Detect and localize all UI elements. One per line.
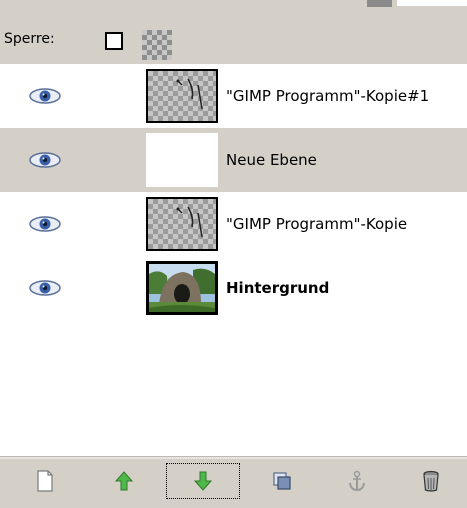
trash-icon <box>423 470 439 492</box>
layer-row[interactable]: Neue Ebene <box>0 128 467 192</box>
eye-icon[interactable] <box>28 214 62 234</box>
lock-label: Sperre: <box>4 31 55 47</box>
layer-thumbnail <box>146 133 218 187</box>
layer-thumbnail <box>146 69 218 123</box>
layer-name[interactable]: Hintergrund <box>226 279 329 297</box>
anchor-layer-button[interactable] <box>337 463 377 499</box>
anchor-icon <box>349 470 365 492</box>
layer-name[interactable]: Neue Ebene <box>226 151 317 169</box>
duplicate-icon <box>273 472 291 490</box>
lock-alpha-icon[interactable] <box>142 30 172 60</box>
lock-row: Sperre: <box>0 7 467 64</box>
layer-row[interactable]: "GIMP Programm"-Kopie#1 <box>0 64 467 128</box>
top-field <box>397 0 467 6</box>
layer-row[interactable]: "GIMP Programm"-Kopie <box>0 192 467 256</box>
arrow-up-icon <box>115 471 133 491</box>
delete-layer-button[interactable] <box>411 463 451 499</box>
eye-icon[interactable] <box>28 86 62 106</box>
new-layer-button[interactable] <box>25 463 65 499</box>
new-page-icon <box>37 470 53 492</box>
layer-name[interactable]: "GIMP Programm"-Kopie <box>226 215 407 233</box>
arrow-down-icon <box>194 471 212 491</box>
layer-toolbar <box>0 459 467 508</box>
layer-thumbnail <box>146 197 218 251</box>
layer-name[interactable]: "GIMP Programm"-Kopie#1 <box>226 87 429 105</box>
layer-row[interactable]: Hintergrund <box>0 256 467 320</box>
layer-thumbnail <box>146 261 218 315</box>
eye-icon[interactable] <box>28 278 62 298</box>
top-strip <box>0 0 467 7</box>
duplicate-layer-button[interactable] <box>262 463 302 499</box>
lower-layer-button[interactable] <box>166 463 240 499</box>
lock-pixels-checkbox[interactable] <box>105 32 123 50</box>
raise-layer-button[interactable] <box>104 463 144 499</box>
corner-widget <box>367 0 392 7</box>
layer-list: "GIMP Programm"-Kopie#1 Neue Ebene "GIMP… <box>0 64 467 456</box>
eye-icon[interactable] <box>28 150 62 170</box>
